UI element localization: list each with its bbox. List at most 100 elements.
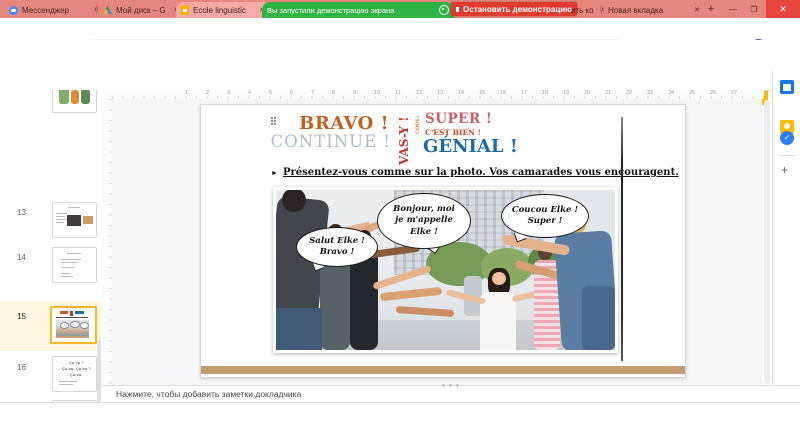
tab-label: Мой диск – G <box>116 6 166 15</box>
tab-new-tab[interactable]: Новая вкладка ✕ <box>603 2 705 18</box>
filmstrip-scrollbar[interactable] <box>97 340 101 402</box>
wordart-super[interactable]: SUPER ! <box>425 111 492 127</box>
tab-drive[interactable]: Мой диск – G ✕ <box>98 2 184 18</box>
photo-person <box>276 308 322 350</box>
tab-label: Новая вкладка <box>608 6 663 15</box>
speech-bubble-center[interactable]: Bonjour, moi je m'appelle Elke ! <box>377 193 471 249</box>
current-slide[interactable]: BRAVO ! CONTINUE ! VAS-Y ! COOL! SUPER !… <box>200 104 686 378</box>
ruler-number: 7 <box>311 90 314 96</box>
tab-label: Вы запустили демонстрацию экрана <box>267 6 394 15</box>
photo-arm <box>380 287 442 301</box>
stop-sharing-button[interactable]: Остановить демонстрацию <box>451 2 577 16</box>
thumb-text: – Ça va ? <box>53 360 96 365</box>
photo-person <box>582 286 615 350</box>
thumb-text: – Ça va. Ça va ? <box>53 366 96 371</box>
tab-slides-active[interactable]: Ecole linguistic ✕ <box>176 2 270 18</box>
bubble-line: je m'appelle <box>395 215 453 226</box>
slide-number: 13 <box>10 208 26 217</box>
speech-bubble-left[interactable]: Salut Elke ! Bravo ! <box>296 227 378 267</box>
ruler-number: 15 <box>479 90 485 96</box>
ruler-number: 25 <box>689 90 695 96</box>
slide-number: 16 <box>10 363 26 372</box>
ruler-number: 9 <box>353 90 356 96</box>
messenger-favicon-icon <box>9 6 18 15</box>
ruler-number: 20 <box>584 90 590 96</box>
google-side-panel: ✓ + <box>772 71 800 402</box>
slide-filmstrip: 13 14 15 <box>0 90 103 402</box>
bubble-line: Super ! <box>528 216 563 227</box>
tab-label: Мессенджер <box>22 6 69 15</box>
ruler-number: 2 <box>206 90 209 96</box>
bullet-arrow-icon: ► <box>271 170 278 177</box>
bottom-bar: ✦ Расширенный поиск › <box>0 402 800 426</box>
tasks-icon[interactable]: ✓ <box>780 131 794 145</box>
wordart-genial[interactable]: GÉNIAL ! <box>423 136 518 157</box>
browser-toolbar: ← → ↻ ⌂ docs.google.com/presentation/d/1… <box>0 18 800 41</box>
ruler-number: 12 <box>416 90 422 96</box>
bubble-line: Coucou Elke ! <box>512 205 578 216</box>
bubble-line: Salut Elke ! <box>309 236 365 247</box>
notes-resize-handle[interactable]: • • • <box>442 381 460 390</box>
panel-divider <box>779 155 795 156</box>
ruler-number: 26 <box>710 90 716 96</box>
thumb-text: – Ça va. <box>53 372 96 377</box>
bubble-line: Elke ! <box>410 227 438 238</box>
ruler-number: 22 <box>626 90 632 96</box>
speech-bubble-right[interactable]: Coucou Elke ! Super ! <box>501 194 589 238</box>
thumbnail-slide-16[interactable]: – Ça va ? – Ça va. Ça va ? – Ça va. <box>52 356 97 392</box>
new-tab-button[interactable]: + <box>700 0 722 18</box>
thumbnail-slide-13[interactable] <box>52 202 97 238</box>
minimize-window-button[interactable]: — <box>722 0 744 18</box>
ruler-number: 14 <box>458 90 464 96</box>
ruler-number: 6 <box>290 90 293 96</box>
wordart-vasy[interactable]: VAS-Y ! <box>397 113 411 165</box>
ruler-number: 23 <box>647 90 653 96</box>
wordart-bravo[interactable]: BRAVO ! <box>299 113 389 134</box>
calendar-icon[interactable] <box>780 80 794 94</box>
ruler-number: 24 <box>668 90 674 96</box>
bubble-line: Bravo ! <box>320 247 354 258</box>
ruler-number: 10 <box>374 90 380 96</box>
photo-arm <box>396 306 454 317</box>
canvas-scrollbar[interactable] <box>764 100 770 384</box>
ruler-number: 11 <box>395 90 401 96</box>
speaker-notes-placeholder[interactable]: Нажмите, чтобы добавить заметки докладчи… <box>116 386 301 403</box>
browser-window: Мессенджер ✕ Мой диск – G ✕ Ecole lingui… <box>0 0 800 426</box>
slides-header: Ecole linguistique (février 2021) Le fra… <box>0 40 800 71</box>
stop-icon <box>456 7 459 12</box>
ruler-number: 27 <box>731 90 737 96</box>
photo-woman-face <box>492 272 506 285</box>
ruler-number: 17 <box>521 90 527 96</box>
thumbnail-slide-14[interactable] <box>52 247 97 283</box>
thumbnail-slide-12[interactable] <box>52 90 97 113</box>
ruler-number: 21 <box>605 90 611 96</box>
close-window-button[interactable]: ✕ <box>766 0 800 18</box>
ruler-number: 18 <box>542 90 548 96</box>
tab-strip: Мессенджер ✕ Мой диск – G ✕ Ecole lingui… <box>0 0 800 18</box>
bullet-text: Présentez-vous comme sur la photo. Vos c… <box>283 167 679 178</box>
vertical-ruler <box>102 99 112 385</box>
stop-sharing-label: Остановить демонстрацию <box>463 5 572 14</box>
ruler-number: 13 <box>437 90 443 96</box>
speaker-notes-bar[interactable]: • • • Нажмите, чтобы добавить заметки до… <box>102 385 800 403</box>
slide-vertical-rule <box>621 117 623 361</box>
slide-number: 14 <box>10 253 26 262</box>
restore-window-button[interactable]: ❐ <box>743 0 765 18</box>
tab-screenshare-banner[interactable]: Вы запустили демонстрацию экрана <box>262 2 454 18</box>
drag-handle-icon[interactable] <box>271 117 273 119</box>
wordart-continue[interactable]: CONTINUE ! <box>271 132 391 151</box>
add-addon-icon[interactable]: + <box>781 163 788 177</box>
ruler-number: 8 <box>332 90 335 96</box>
drive-favicon-icon <box>103 6 112 14</box>
tab-messenger[interactable]: Мессенджер ✕ <box>4 2 104 18</box>
slide-instruction-text[interactable]: ► Présentez-vous comme sur la photo. Vos… <box>271 167 601 178</box>
ruler-number: 16 <box>500 90 506 96</box>
thumbnail-slide-15-selected[interactable] <box>50 306 97 344</box>
slide-bottom-bar <box>201 366 685 374</box>
wordart-cool[interactable]: COOL! <box>415 114 421 134</box>
slide-number: 15 <box>10 312 26 321</box>
slides-favicon-icon <box>181 5 189 15</box>
tab-label: ить ко <box>571 6 594 15</box>
tab-label: Ecole linguistic <box>193 6 246 15</box>
tab-separator <box>96 5 97 14</box>
